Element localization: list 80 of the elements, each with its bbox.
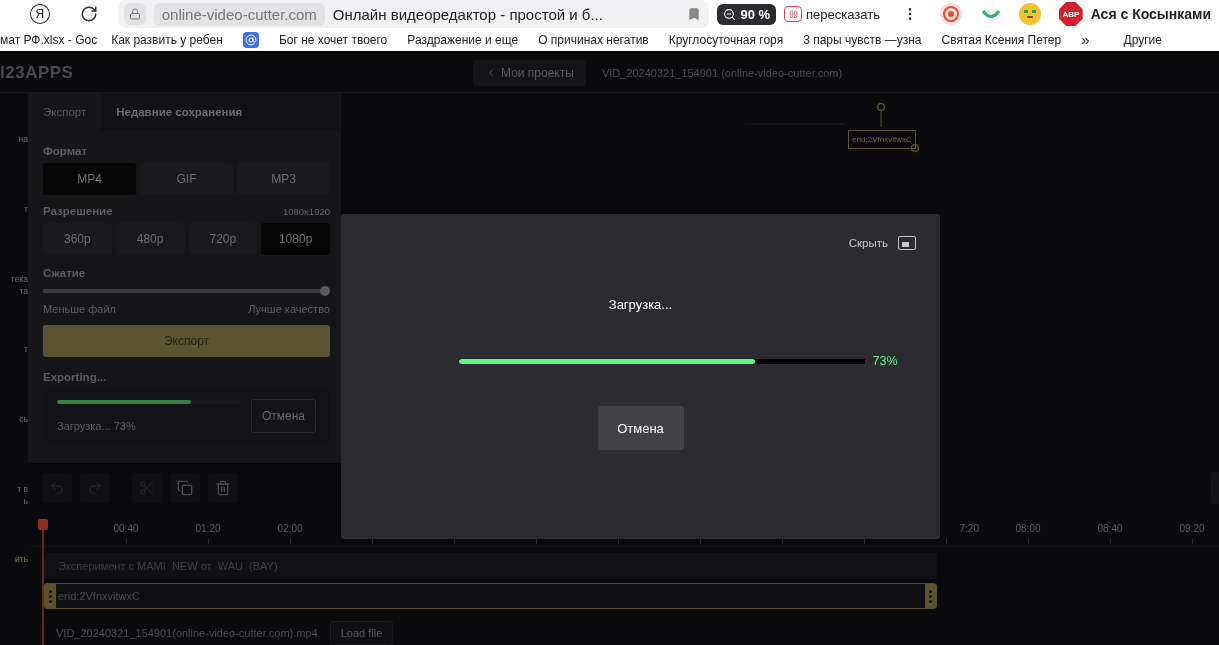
clip-label: erid:2VfnxvitwxC	[57, 590, 141, 602]
time-label: 7:20	[959, 523, 979, 534]
min-label: Меньше файл	[43, 303, 116, 315]
resolution-option[interactable]: 360p	[43, 223, 112, 255]
upload-percent: 73%	[872, 354, 899, 368]
sidebar-item[interactable]: т	[0, 343, 28, 413]
mail-icon[interactable]	[242, 31, 259, 48]
time-label: 01:20	[195, 523, 221, 534]
compression-slider[interactable]	[43, 286, 330, 296]
sidebar-item[interactable]: тека та	[0, 273, 28, 343]
upload-status: Загрузка...	[608, 297, 673, 312]
sidebar-item[interactable]: сь	[0, 413, 28, 483]
hide-button[interactable]: Скрыть	[848, 236, 916, 250]
max-label: Лучше качество	[248, 303, 330, 315]
copy-icon	[177, 480, 193, 496]
file-title: VID_20240321_154901 (online-video-cutter.com)	[601, 66, 843, 79]
bookmark-icon[interactable]	[687, 7, 702, 21]
more-bookmarks-button[interactable]: »	[1081, 31, 1090, 49]
cancel-button[interactable]: Отмена	[250, 399, 316, 433]
time-label: 08:40	[1097, 523, 1123, 534]
sidebar-item[interactable]: ить	[0, 553, 28, 623]
panel-tab[interactable]: Недавние сохранения	[101, 93, 258, 131]
tool-button[interactable]	[170, 473, 200, 503]
time-label: 00:40	[113, 523, 139, 534]
format-label: Формат	[43, 145, 89, 157]
cancel-button[interactable]: Отмена	[597, 406, 684, 450]
bookmark-item[interactable]: Раздражение и еще	[407, 32, 519, 47]
format-option[interactable]: MP3	[237, 163, 330, 195]
bookmark-item[interactable]: мат РФ.xlsx - Goc	[0, 32, 98, 47]
app-logo[interactable]: I23APPS	[0, 62, 473, 83]
clip-handle[interactable]	[45, 584, 56, 608]
adblock-button[interactable]: ABP	[1059, 2, 1083, 26]
ticker-clip[interactable]: erid:2VfnxvitwxC	[44, 583, 937, 609]
format-option[interactable]: MP4	[43, 163, 136, 195]
bookmark-item[interactable]: Святая Ксения Петер	[941, 32, 1062, 47]
page-title: Онлайн видеоредактор - простой и б...	[332, 5, 604, 23]
text-overlay[interactable]: erid:2VfnxvitwxC	[848, 130, 916, 149]
summarize-button[interactable]: пересказать	[806, 6, 880, 22]
bookmark-item[interactable]: Как развить у ребен	[111, 32, 223, 47]
export-status: Загрузка... 73%	[57, 420, 137, 432]
reload-icon[interactable]	[79, 5, 98, 23]
compression-label: Сжатие	[43, 267, 87, 279]
time-label: 09:20	[1179, 523, 1205, 534]
load-file-button[interactable]: Load file	[329, 621, 394, 645]
minimize-icon	[898, 236, 916, 250]
slider-thumb[interactable]	[320, 286, 330, 296]
sidebar-item[interactable]: т	[0, 203, 28, 273]
bookmark-item[interactable]: О причинах негатив	[538, 32, 649, 47]
emoji-icon[interactable]	[1019, 3, 1042, 25]
bookmark-item[interactable]: 3 пары чувств —узна	[803, 32, 922, 47]
bookmark-item[interactable]: Круглосуточная горя	[668, 32, 784, 47]
resolution-size: 1080x1920	[282, 206, 330, 217]
time-label: 08:00	[1015, 523, 1041, 534]
target-icon[interactable]	[939, 3, 962, 25]
trash-icon	[215, 480, 231, 496]
panel-tab[interactable]: Экспорт	[28, 93, 102, 131]
exporting-label: Exporting...	[43, 371, 108, 383]
tool-button[interactable]	[208, 473, 238, 503]
sidebar-item[interactable]: т в ь	[0, 483, 28, 553]
time-label: 02:00	[277, 523, 303, 534]
resolution-option[interactable]: 720p	[188, 223, 258, 255]
resolution-option[interactable]: 480p	[115, 223, 185, 255]
video-file-name: VID_20240321_154901(online-video-cutter.com).mp4	[56, 627, 318, 639]
address-bar[interactable]: online-video-cutter.com Онлайн видеоредактор - простой и б...	[117, 0, 710, 28]
lock-icon	[123, 3, 146, 25]
zoom-button[interactable]: 90 %	[717, 3, 777, 25]
zoom-out-icon	[723, 7, 737, 21]
resolution-label: Разрешение	[43, 205, 113, 217]
my-projects-button[interactable]: Мои проекты	[473, 59, 586, 86]
bookmark-item[interactable]: Бог не хочет твоего	[278, 32, 388, 47]
sidebar-item[interactable]: на	[0, 133, 28, 203]
resolution-option[interactable]: 1080p	[261, 223, 330, 255]
format-option[interactable]: GIF	[140, 163, 233, 195]
resize-handle[interactable]	[910, 143, 920, 153]
url-text: online-video-cutter.com	[153, 2, 325, 26]
profile-name[interactable]: Ася с Косынками	[1090, 6, 1211, 22]
quote-icon	[784, 6, 803, 22]
clip-handle[interactable]	[925, 584, 936, 608]
other-bookmarks[interactable]: Другие	[1123, 32, 1162, 47]
rotate-handle[interactable]	[875, 101, 887, 127]
